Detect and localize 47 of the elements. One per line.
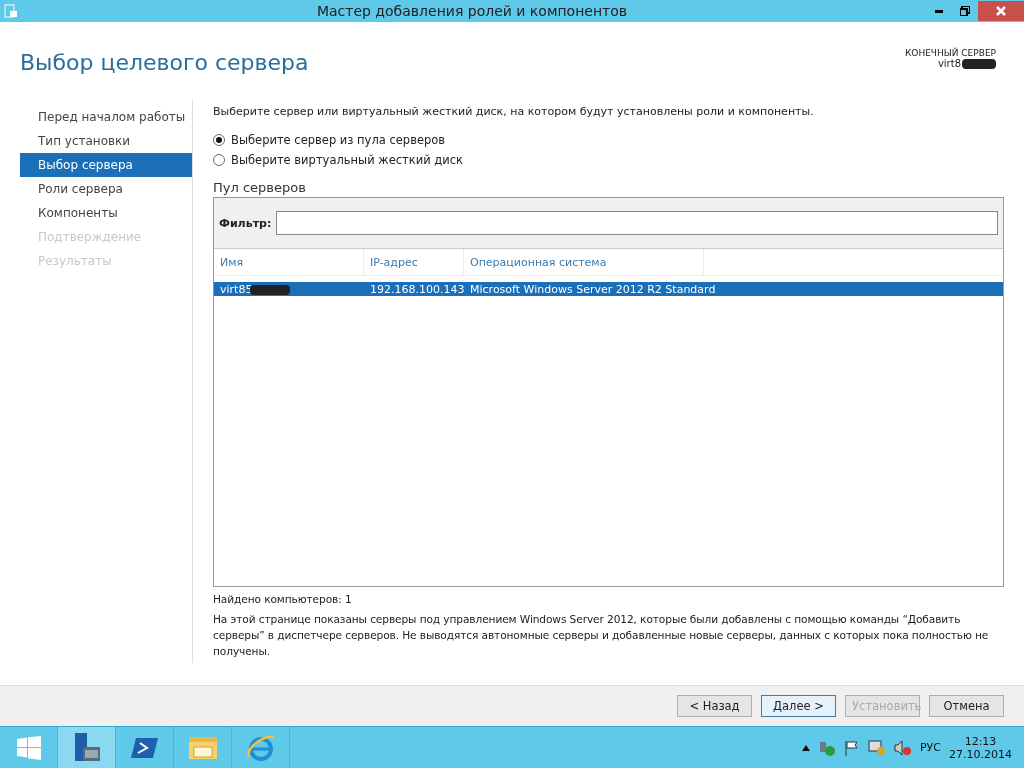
close-icon [996,6,1006,16]
filter-field[interactable] [276,211,998,235]
wizard-icon [4,4,18,18]
found-count: Найдено компьютеров: 1 [213,592,353,607]
powershell-icon [130,735,159,760]
taskbar-button[interactable] [58,727,116,768]
wizard-button[interactable]: < Назад [677,695,752,717]
wizard-step[interactable]: Выбор сервера [20,153,192,177]
column-header[interactable]: Имя [214,249,364,275]
intro-text: Выберите сервер или виртуальный жесткий диск, на котором будут установлены роли и компоненты. [213,104,815,120]
wizard-step[interactable]: Тип установки [20,129,192,153]
browser-e-icon [245,732,276,763]
wizard-button[interactable]: Отмена [929,695,1004,717]
wizard-button[interactable]: Далее > [761,695,836,717]
speaker-muted-icon[interactable] [894,739,912,756]
window-title: Мастер добавления ролей и компонентов [315,3,629,19]
network-check-icon[interactable] [818,739,836,756]
section-title: Пул серверов [213,180,307,195]
restore-icon [960,6,970,16]
radio-label[interactable]: Выберите виртуальный жесткий диск [231,153,463,167]
wizard-step[interactable]: Компоненты [20,201,192,225]
monitor-warning-icon[interactable] [868,739,886,756]
language-indicator[interactable]: РУС [920,741,941,754]
close-button[interactable] [978,1,1024,21]
caret-up-icon[interactable] [802,744,810,751]
wizard-step[interactable]: Роли сервера [20,177,192,201]
page-title: Выбор целевого сервера [20,50,309,77]
column-header[interactable]: IP-адрес [364,249,464,275]
server-row[interactable]: virt85 192.168.100.143 Microsoft Windows Server 2012 R2 Standard [214,282,1003,296]
note-text: На этой странице показаны серверы под управлением Windows Server 2012, которые были добавлены с помощью команды “Добавить серверы” в диспетчере серверов. Не выводятся автономные серверы и добавленные новые серверы, данных с которых пока полностью не получены. [213,612,990,659]
filter-label: Фильтр: [219,216,272,230]
destination-label: КОНЕЧНЫЙ СЕРВЕР [904,48,996,58]
table-cell: Microsoft Windows Server 2012 R2 Standard [470,282,716,296]
server-toolbox-icon [72,732,101,763]
minimize-icon [935,9,943,13]
column-header[interactable]: Операционная система [464,249,704,275]
folder-icon [187,734,218,761]
redaction-mark [962,58,996,69]
table-cell: virt85 [220,282,253,296]
destination-server: virt8 [937,58,961,69]
table-cell: 192.168.100.143 [370,282,465,296]
clock[interactable]: 12:13 27.10.2014 [949,734,1012,761]
radio-label[interactable]: Выберите сервер из пула серверов [231,133,446,147]
wizard-step[interactable]: Перед началом работы [20,105,192,129]
windows-logo-icon [16,735,41,760]
flag-icon[interactable] [844,739,860,756]
redaction-mark [250,284,290,295]
